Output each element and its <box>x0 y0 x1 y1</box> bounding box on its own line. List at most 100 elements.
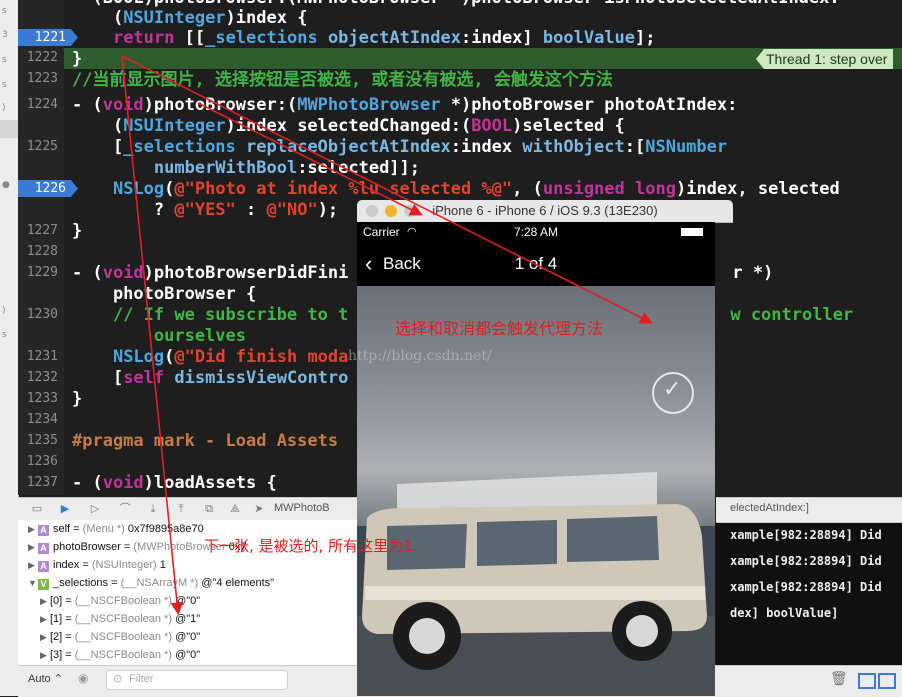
simulator-title: iPhone 6 - iPhone 6 / iOS 9.3 (13E230) <box>432 203 658 218</box>
variable-value: @"0" <box>175 649 201 661</box>
line-number-gutter: 1221 1222 1223 1224 1225 1226 1227 1228 1229 1230… <box>18 0 78 495</box>
code-comment: ourselves <box>72 326 246 346</box>
code-line: NSLog(@"Did finish moda <box>112 347 349 367</box>
variable-name: index = <box>53 559 92 571</box>
variable-value: @"1" <box>175 613 201 625</box>
variable-name: [0] = <box>50 595 75 607</box>
thread-step-badge: Thread 1: step over <box>756 49 894 69</box>
watermark: http://blog.csdn.net/ <box>348 348 492 364</box>
code-line: - (BOOL)photoBrowser:(MWPhotoBrowser *)p… <box>72 0 840 8</box>
code-line: (NSUInteger)index { <box>72 8 308 28</box>
line-number: 1237 <box>26 475 58 490</box>
line-number: 1234 <box>26 412 58 427</box>
line-number: 1221 <box>34 30 66 45</box>
variable-name: self = <box>53 523 83 535</box>
code-line: [_selections replaceObjectAtIndex:index … <box>72 137 728 157</box>
code-line: } <box>72 389 83 409</box>
line-number: 1227 <box>26 223 58 238</box>
line-number: 1230 <box>26 307 58 322</box>
step-over-icon[interactable]: ⌒ <box>118 502 132 516</box>
battery-icon <box>681 228 703 236</box>
zoom-button[interactable] <box>404 205 416 217</box>
console-header: electedAtIndex:] <box>716 497 902 523</box>
ios-simulator-window: iPhone 6 - iPhone 6 / iOS 9.3 (13E230) C… <box>357 200 733 696</box>
variable-type: (__NSCFBoolean *) <box>74 613 176 625</box>
variable-name: [3] = <box>50 649 75 661</box>
variable-type: (__NSCFBoolean *) <box>74 631 176 643</box>
step-into-icon[interactable]: ⤓ <box>146 502 160 516</box>
disclosure-closed-icon[interactable]: ▶ <box>40 628 50 646</box>
variable-value: @"0" <box>175 595 201 607</box>
eye-icon[interactable]: ◉ <box>78 671 88 685</box>
phone-screen: Carrier ◠ 7:28 AM ‹ Back 1 of 4 ✓ <box>357 222 715 696</box>
code-line: photoBrowser { <box>72 284 257 304</box>
line-number: 1222 <box>26 50 58 65</box>
view-debugger-icon[interactable]: ⧉ <box>202 502 216 516</box>
hide-debug-area-icon[interactable]: ▭ <box>30 502 44 516</box>
variable-row[interactable]: ▶ [2] = (__NSCFBoolean *) @"0" <box>40 628 200 646</box>
continue-icon[interactable]: ▷ <box>88 502 102 516</box>
split-left-icon[interactable] <box>858 673 876 689</box>
console-line: xample[982:28894] Did <box>730 528 882 542</box>
debug-breadcrumb[interactable]: MWPhotoB <box>274 502 330 514</box>
code-line: (NSUInteger)index selectedChanged:(BOOL)… <box>72 116 625 136</box>
variable-row[interactable]: ▶ Aindex = (NSUInteger) 1 <box>28 556 166 574</box>
line-number: 1226 <box>34 181 66 196</box>
navigator-marker: s <box>2 6 7 16</box>
line-number: 1235 <box>26 433 58 448</box>
variable-name: [2] = <box>50 631 75 643</box>
console-line: xample[982:28894] Did <box>730 554 882 568</box>
navigator-marker: 3 <box>2 30 8 40</box>
variable-kind-icon: V <box>38 579 49 590</box>
variable-value: @"0" <box>175 631 201 643</box>
disclosure-closed-icon[interactable]: ▶ <box>28 520 38 538</box>
auto-scope-select[interactable]: Auto ⌃ <box>28 672 63 685</box>
navigator-strip: s 3 s s ) ● ) s <box>0 0 19 696</box>
variable-name: _selections = <box>53 577 121 589</box>
disclosure-closed-icon[interactable]: ▶ <box>28 556 38 574</box>
variable-type: (Menu *) <box>82 523 128 535</box>
select-checkmark-button[interactable]: ✓ <box>652 372 694 414</box>
step-out-icon[interactable]: ⤒ <box>174 502 188 516</box>
navigator-marker: ) <box>2 103 6 113</box>
code-comment: //当前显示图片, 选择按钮是否被选, 或者没有被选, 会触发这个方法 <box>72 70 613 90</box>
variable-row[interactable]: ▶ Aself = (Menu *) 0x7f9895a8e70 <box>28 520 204 538</box>
variable-row[interactable]: ▶ [3] = (__NSCFBoolean *) @"0" <box>40 646 200 664</box>
code-line: return [[_selections objectAtIndex:index… <box>112 28 656 48</box>
location-icon[interactable]: ➤ <box>252 502 266 516</box>
variable-type: (__NSArrayM *) <box>120 577 202 589</box>
line-number: 1229 <box>26 265 58 280</box>
variable-value: 0x7f9895a8e70 <box>127 523 204 535</box>
variable-kind-icon: A <box>38 543 49 554</box>
split-right-icon[interactable] <box>878 673 896 689</box>
navigator-marker: s <box>2 80 7 90</box>
close-button[interactable] <box>366 205 378 217</box>
variable-row[interactable]: ▶ [1] = (__NSCFBoolean *) @"1" <box>40 610 200 628</box>
minimize-button[interactable] <box>385 205 397 217</box>
checkmark-icon: ✓ <box>663 377 682 402</box>
line-number: 1233 <box>26 391 58 406</box>
memory-graph-icon[interactable]: ⟁ <box>228 502 242 516</box>
variable-name: [1] = <box>50 613 75 625</box>
breakpoints-toggle-icon[interactable]: ▶ <box>58 502 72 516</box>
code-line: NSLog(@"Photo at index %lu selected %@",… <box>112 179 840 199</box>
variable-row[interactable]: ▼ V _selections = (__NSArrayM *) @"4 eleme… <box>28 574 274 592</box>
navigator-marker: s <box>2 55 7 65</box>
filter-field[interactable]: ⊙ Filter <box>106 670 288 690</box>
navigator-marker: s <box>2 330 7 340</box>
line-number: 1224 <box>26 97 58 112</box>
variable-value: @"4 elements" <box>201 577 275 589</box>
variable-kind-icon: A <box>38 561 49 572</box>
disclosure-closed-icon[interactable]: ▶ <box>40 646 50 664</box>
trash-icon[interactable]: 🗑 <box>830 671 848 687</box>
disclosure-closed-icon[interactable]: ▶ <box>28 538 38 556</box>
disclosure-closed-icon[interactable]: ▶ <box>40 610 50 628</box>
disclosure-closed-icon[interactable]: ▶ <box>40 592 50 610</box>
variable-row[interactable]: ▶ [0] = (__NSCFBoolean *) @"0" <box>40 592 200 610</box>
code-line: ? @"YES" : @"NO"); <box>72 200 339 220</box>
disclosure-open-icon[interactable]: ▼ <box>28 574 38 592</box>
line-number: 1223 <box>26 71 58 86</box>
variable-type: (__NSCFBoolean *) <box>74 595 176 607</box>
variable-kind-icon: A <box>38 525 49 536</box>
navigator-marker: ● <box>2 180 10 190</box>
